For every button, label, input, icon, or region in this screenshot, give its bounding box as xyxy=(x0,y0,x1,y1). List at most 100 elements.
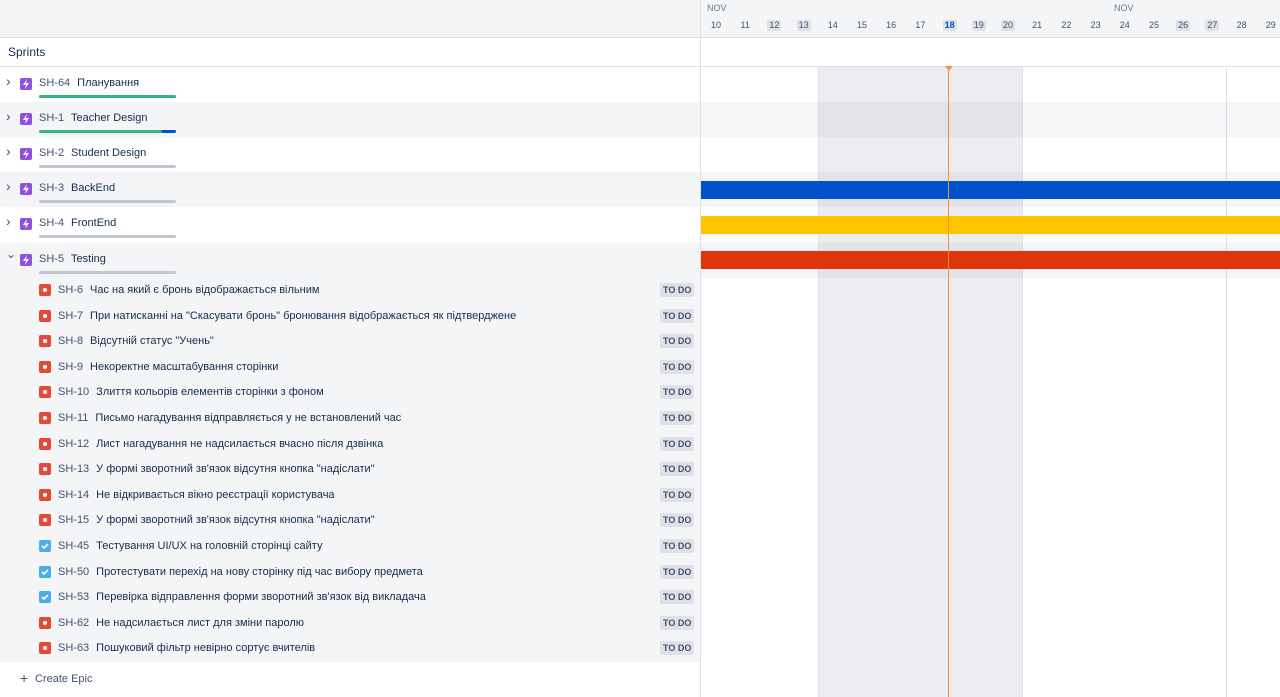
issue-title[interactable]: У формі зворотний зв'язок відсутня кнопк… xyxy=(96,514,374,526)
issue-title[interactable]: Некоректне масштабування сторінки xyxy=(90,361,278,373)
status-badge[interactable]: TO DO xyxy=(660,564,695,579)
issue-row[interactable]: SH-63 Пошуковий фільтр невірно сортує вчи… xyxy=(0,636,700,661)
issue-title[interactable]: Перевірка відправлення форми зворотний з… xyxy=(96,591,426,603)
day-label: 28 xyxy=(1236,20,1247,30)
issue-key[interactable]: SH-63 xyxy=(58,642,89,654)
issue-title[interactable]: У формі зворотний зв'язок відсутня кнопк… xyxy=(96,463,374,475)
issue-title[interactable]: Відсутній статус "Учень" xyxy=(90,335,214,347)
issue-row[interactable]: SH-6 Час на який є бронь відображається в… xyxy=(0,278,700,303)
epic-icon xyxy=(20,148,32,160)
bug-icon xyxy=(39,335,51,348)
issue-key[interactable]: SH-7 xyxy=(58,310,83,322)
issue-key[interactable]: SH-6 xyxy=(58,284,83,296)
epic-title[interactable]: Testing xyxy=(71,253,106,265)
status-badge[interactable]: TO DO xyxy=(660,283,695,297)
epic-title[interactable]: FrontEnd xyxy=(71,217,116,229)
issue-key[interactable]: SH-12 xyxy=(58,438,89,450)
epic-timeline-bar[interactable] xyxy=(701,181,1280,199)
issue-title[interactable]: Протестувати перехід на нову сторінку пі… xyxy=(96,566,423,578)
chevron-right-icon[interactable]: › xyxy=(6,74,16,88)
epic-title[interactable]: BackEnd xyxy=(71,182,115,194)
issue-row[interactable]: SH-62 Не надсилається лист для зміни паро… xyxy=(0,611,700,636)
issue-key[interactable]: SH-45 xyxy=(58,540,89,552)
child-issues-list: SH-6 Час на який є бронь відображається в… xyxy=(0,278,700,662)
issue-title[interactable]: При натисканні на "Скасувати бронь" брон… xyxy=(90,310,516,322)
epic-progress-bar xyxy=(39,235,176,238)
epic-timeline-bar[interactable] xyxy=(701,216,1280,234)
status-badge[interactable]: TO DO xyxy=(660,385,695,400)
issue-row[interactable]: SH-53 Перевірка відправлення форми зворот… xyxy=(0,585,700,610)
status-badge[interactable]: TO DO xyxy=(660,590,695,605)
timeline-panel[interactable]: NOVNOVNOV1011121314151617181920212223242… xyxy=(700,0,1280,697)
status-badge[interactable]: TO DO xyxy=(660,334,695,349)
bug-icon xyxy=(39,437,51,450)
issue-key[interactable]: SH-8 xyxy=(58,335,83,347)
issue-key[interactable]: SH-50 xyxy=(58,566,89,578)
issue-title[interactable]: Не відкривається вікно реєстрації корист… xyxy=(96,489,334,501)
issue-key[interactable]: SH-13 xyxy=(58,463,89,475)
status-badge[interactable]: TO DO xyxy=(660,359,695,374)
day-label: 16 xyxy=(886,20,897,30)
day-label: 14 xyxy=(827,20,838,30)
epic-row[interactable]: › SH-4 FrontEnd xyxy=(0,207,700,242)
issue-title[interactable]: Злиття кольорів елементів сторінки з фон… xyxy=(96,386,323,398)
status-badge[interactable]: TO DO xyxy=(660,308,695,323)
chevron-right-icon[interactable]: › xyxy=(6,214,16,228)
issue-title[interactable]: Не надсилається лист для зміни паролю xyxy=(96,617,304,629)
epic-row[interactable]: › SH-64 Планування xyxy=(0,67,700,102)
status-badge[interactable]: TO DO xyxy=(660,462,695,477)
issue-title[interactable]: Тестування UI/UX на головній сторінці са… xyxy=(96,540,322,552)
issue-row[interactable]: SH-13 У формі зворотний зв'язок відсутня … xyxy=(0,457,700,482)
sprints-row[interactable]: Sprints xyxy=(0,38,700,67)
issue-row[interactable]: SH-15 У формі зворотний зв'язок відсутня … xyxy=(0,508,700,533)
issue-row[interactable]: SH-45 Тестування UI/UX на головній сторін… xyxy=(0,534,700,559)
create-epic-label: Create Epic xyxy=(35,673,93,685)
epic-row[interactable]: › SH-3 BackEnd xyxy=(0,172,700,207)
issue-row[interactable]: SH-9 Некоректне масштабування сторінки TO … xyxy=(0,355,700,380)
status-badge[interactable]: TO DO xyxy=(660,436,695,451)
issue-key[interactable]: SH-9 xyxy=(58,361,83,373)
issue-row[interactable]: SH-7 При натисканні на "Скасувати бронь" … xyxy=(0,304,700,329)
epic-row[interactable]: › SH-1 Teacher Design xyxy=(0,102,700,137)
status-badge[interactable]: TO DO xyxy=(660,615,695,630)
progress-done xyxy=(39,130,163,133)
issue-key[interactable]: SH-10 xyxy=(58,386,89,398)
status-badge[interactable]: TO DO xyxy=(660,513,695,528)
status-badge[interactable]: TO DO xyxy=(660,641,695,656)
status-badge[interactable]: TO DO xyxy=(660,411,695,425)
issue-row[interactable]: SH-12 Лист нагадування не надсилається вч… xyxy=(0,432,700,457)
issue-row[interactable]: SH-14 Не відкривається вікно реєстрації к… xyxy=(0,483,700,508)
issue-key[interactable]: SH-11 xyxy=(58,412,88,424)
status-badge[interactable]: TO DO xyxy=(660,487,695,502)
issue-row[interactable]: SH-8 Відсутній статус "Учень" TO DO xyxy=(0,329,700,354)
issue-title[interactable]: Час на який є бронь відображається вільн… xyxy=(90,284,319,296)
epic-row[interactable]: ⌄ SH-5 Testing xyxy=(0,243,700,278)
chevron-down-icon[interactable]: ⌄ xyxy=(6,248,16,260)
issue-title[interactable]: Письмо нагадування відправляється у не в… xyxy=(95,412,401,424)
issue-key[interactable]: SH-14 xyxy=(58,489,89,501)
epic-icon xyxy=(20,78,32,90)
issue-title[interactable]: Пошуковий фільтр невірно сортує вчителів xyxy=(96,642,315,654)
issue-row[interactable]: SH-50 Протестувати перехід на нову сторін… xyxy=(0,560,700,585)
status-badge[interactable]: TO DO xyxy=(660,539,695,553)
issue-row[interactable]: SH-11 Письмо нагадування відправляється у… xyxy=(0,406,700,431)
issue-key[interactable]: SH-62 xyxy=(58,617,89,629)
issue-key[interactable]: SH-15 xyxy=(58,514,89,526)
chevron-right-icon[interactable]: › xyxy=(6,179,16,193)
chevron-right-icon[interactable]: › xyxy=(6,109,16,123)
epic-icon xyxy=(20,254,32,266)
epic-title[interactable]: Teacher Design xyxy=(71,112,147,124)
issue-title[interactable]: Лист нагадування не надсилається вчасно … xyxy=(96,438,383,450)
chevron-right-icon[interactable]: › xyxy=(6,144,16,158)
create-epic-button[interactable]: + Create Epic xyxy=(0,662,700,697)
issue-key[interactable]: SH-53 xyxy=(58,591,89,603)
day-label: 26 xyxy=(1176,20,1191,31)
epic-key: SH-5 xyxy=(39,253,65,265)
epic-row[interactable]: › SH-2 Student Design xyxy=(0,137,700,172)
epic-timeline-bar[interactable] xyxy=(701,251,1280,269)
day-label: 17 xyxy=(915,20,926,30)
epic-title[interactable]: Планування xyxy=(77,77,139,89)
month-label: NOV xyxy=(707,3,727,13)
issue-row[interactable]: SH-10 Злиття кольорів елементів сторінки … xyxy=(0,380,700,405)
epic-title[interactable]: Student Design xyxy=(71,147,146,159)
